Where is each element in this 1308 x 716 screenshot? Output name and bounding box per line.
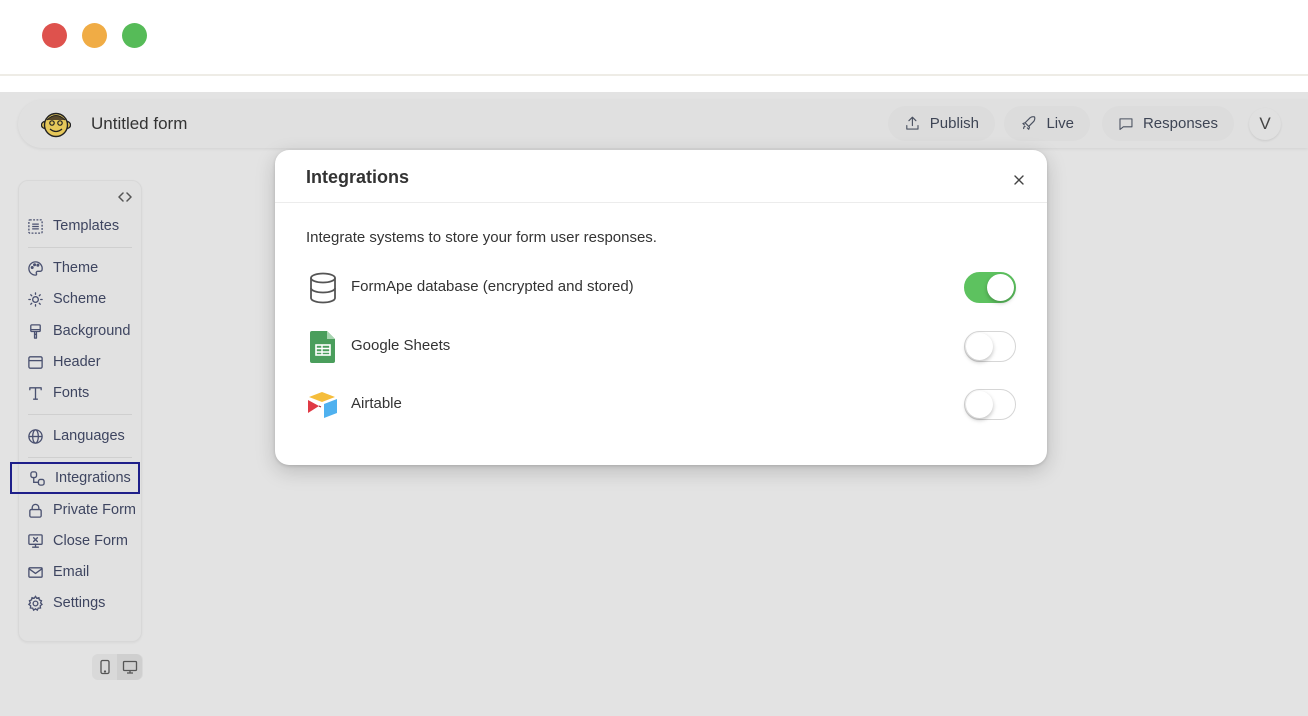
monitor-x-icon — [28, 533, 43, 548]
sidebar-item-label: Close Form — [53, 533, 128, 549]
mobile-icon — [99, 659, 110, 675]
mobile-preview-button[interactable] — [92, 654, 117, 680]
sidebar-item-background[interactable]: Background — [27, 318, 130, 344]
modal-divider — [275, 202, 1047, 203]
live-button[interactable]: Live — [1004, 106, 1090, 141]
google-sheets-icon — [310, 331, 335, 363]
sidebar-item-label: Scheme — [53, 291, 107, 307]
templates-icon — [28, 218, 43, 234]
layout-header-icon — [28, 355, 43, 369]
integration-label: Airtable — [351, 395, 402, 412]
chat-bubble-icon — [1119, 118, 1133, 131]
form-title[interactable]: Untitled form — [91, 114, 187, 134]
sidebar-divider — [28, 414, 132, 415]
sidebar-item-email[interactable]: Email — [27, 559, 89, 585]
integration-row-google-sheets: Google Sheets — [306, 328, 1016, 364]
google-sheets-toggle[interactable] — [964, 331, 1016, 362]
sidebar-item-fonts[interactable]: Fonts — [27, 380, 89, 406]
sidebar-item-label: Email — [53, 564, 90, 580]
modal-title: Integrations — [306, 167, 410, 187]
publish-label: Publish — [929, 115, 979, 132]
sidebar-item-languages[interactable]: Languages — [27, 423, 125, 449]
sidebar-item-label: Settings — [53, 595, 106, 611]
close-icon[interactable] — [1011, 172, 1027, 188]
sidebar-item-settings[interactable]: Settings — [27, 590, 105, 616]
sidebar-item-label: Templates — [53, 218, 120, 234]
sidebar-item-integrations[interactable]: Integrations — [10, 462, 140, 494]
code-brackets-icon[interactable] — [117, 189, 133, 205]
window-maximize-button[interactable] — [122, 23, 147, 48]
rocket-icon — [1022, 116, 1036, 130]
device-preview-toggle — [92, 654, 143, 680]
monkey-face-icon — [41, 112, 71, 138]
sidebar-item-label: Background — [53, 323, 131, 339]
sidebar-item-close-form[interactable]: Close Form — [27, 528, 128, 554]
sidebar-item-private-form[interactable]: Private Form — [27, 497, 136, 523]
sidebar-item-label: Private Form — [53, 502, 136, 518]
sidebar-item-scheme[interactable]: Scheme — [27, 286, 106, 312]
sidebar-item-templates[interactable]: Templates — [27, 213, 119, 239]
responses-label: Responses — [1142, 115, 1218, 132]
globe-icon — [28, 428, 43, 444]
integrations-icon — [30, 470, 45, 486]
sidebar-item-header[interactable]: Header — [27, 349, 101, 375]
sidebar-item-theme[interactable]: Theme — [27, 255, 98, 281]
sidebar: Templates Theme Scheme Background Header… — [10, 180, 142, 642]
airtable-icon — [308, 392, 337, 418]
desktop-icon — [122, 660, 137, 674]
integration-label: FormApe database (encrypted and stored) — [351, 278, 634, 295]
paint-brush-icon — [30, 323, 41, 339]
sidebar-divider — [28, 457, 132, 458]
window-close-button[interactable] — [42, 23, 67, 48]
sidebar-item-label: Fonts — [53, 385, 90, 401]
palette-icon — [28, 260, 43, 276]
airtable-toggle[interactable] — [964, 389, 1016, 420]
top-bar: Untitled form Publish Live Responses V — [18, 100, 1308, 148]
responses-button[interactable]: Responses — [1102, 106, 1234, 141]
database-icon — [310, 272, 336, 304]
user-avatar[interactable]: V — [1249, 108, 1281, 140]
sidebar-item-label: Header — [53, 354, 101, 370]
sidebar-item-label: Integrations — [55, 470, 131, 486]
integrations-modal: Integrations Integrate systems to store … — [275, 150, 1047, 465]
gear-icon — [27, 594, 43, 611]
sidebar-item-label: Theme — [53, 260, 99, 276]
type-icon — [29, 386, 42, 400]
modal-description: Integrate systems to store your form use… — [306, 229, 657, 246]
integration-row-formape: FormApe database (encrypted and stored) — [306, 269, 1016, 305]
sidebar-item-label: Languages — [53, 428, 125, 444]
desktop-preview-button[interactable] — [117, 654, 142, 680]
live-label: Live — [1046, 115, 1074, 132]
mail-icon — [28, 566, 43, 578]
formape-toggle[interactable] — [964, 272, 1016, 303]
sun-moon-icon — [28, 291, 43, 307]
window-minimize-button[interactable] — [82, 23, 107, 48]
upload-icon — [906, 116, 919, 130]
integration-row-airtable: Airtable — [306, 386, 1016, 422]
integration-label: Google Sheets — [351, 337, 451, 354]
publish-button[interactable]: Publish — [888, 106, 995, 141]
sidebar-divider — [28, 247, 132, 248]
lock-icon — [29, 503, 42, 518]
window-titlebar — [0, 0, 1308, 76]
